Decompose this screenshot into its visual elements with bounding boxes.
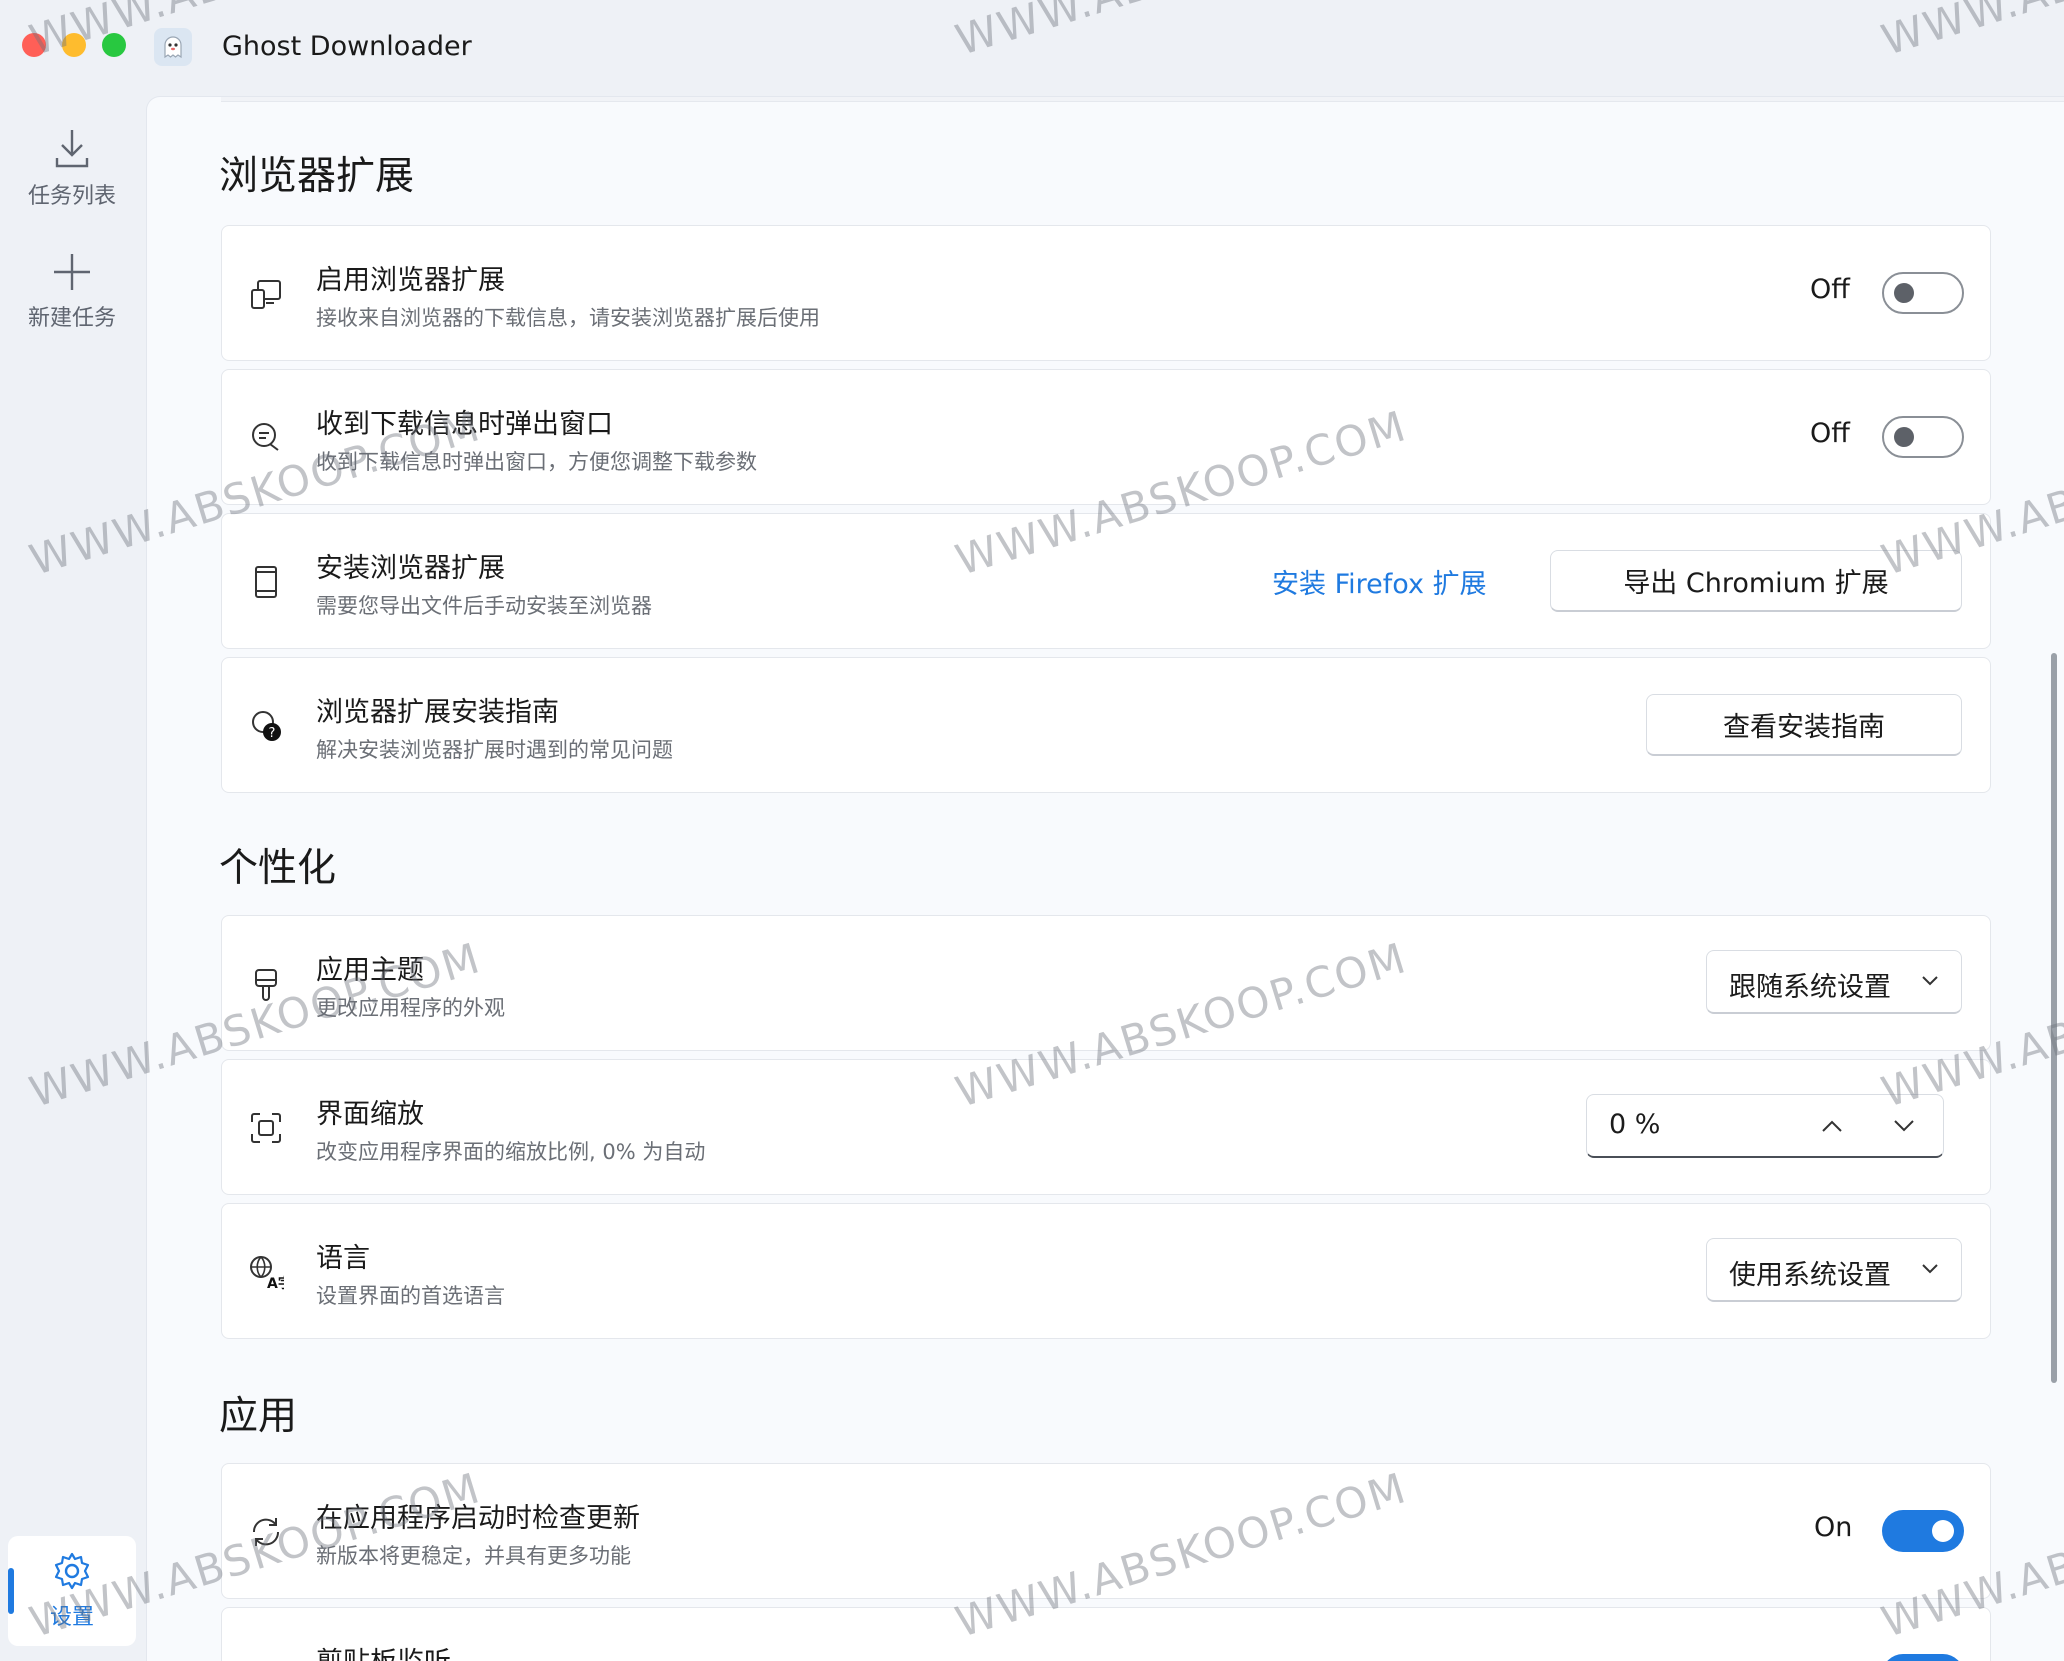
theme-select[interactable]: 跟随系统设置 xyxy=(1706,950,1962,1014)
card-enable-browser-extension: 启用浏览器扩展 接收来自浏览器的下载信息，请安装浏览器扩展后使用 Off xyxy=(221,225,1991,361)
card-description: 改变应用程序界面的缩放比例, 0% 为自动 xyxy=(316,1140,706,1164)
select-value: 跟随系统设置 xyxy=(1729,972,1891,1003)
download-icon xyxy=(55,130,89,168)
svg-text:A字: A字 xyxy=(267,1275,284,1290)
nav-active-indicator xyxy=(8,1568,14,1614)
card-clipboard-listen: 剪贴板监听 xyxy=(221,1607,1991,1661)
svg-text:?: ? xyxy=(269,726,276,741)
tablet-icon xyxy=(255,566,277,598)
popup-window-toggle[interactable] xyxy=(1882,416,1964,458)
card-title: 浏览器扩展安装指南 xyxy=(316,697,559,728)
section-title-personalization: 个性化 xyxy=(219,846,337,891)
nav-new-task[interactable]: 新建任务 xyxy=(10,252,134,332)
help-chat-icon: ? xyxy=(252,711,281,741)
section-title-app: 应用 xyxy=(219,1394,298,1439)
card-popup-on-download: 收到下载信息时弹出窗口 收到下载信息时弹出窗口，方便您调整下载参数 Off xyxy=(221,369,1991,505)
nav-task-list-label: 任务列表 xyxy=(27,184,116,209)
install-firefox-link[interactable]: 安装 Firefox 扩展 xyxy=(1272,562,1487,601)
select-value: 使用系统设置 xyxy=(1729,1260,1891,1291)
toggle-knob xyxy=(1894,283,1914,303)
toggle-knob xyxy=(1932,1520,1954,1542)
section-title-browser: 浏览器扩展 xyxy=(219,154,415,199)
card-description: 解决安装浏览器扩展时遇到的常见问题 xyxy=(316,738,673,762)
nav-task-list[interactable]: 任务列表 xyxy=(10,126,134,210)
previous-card-edge xyxy=(221,97,2064,102)
zoom-frame-icon xyxy=(251,1113,281,1143)
settings-content: 浏览器扩展 启用浏览器扩展 接收来自浏览器的下载信息，请安装浏览器扩展后使用 O… xyxy=(146,96,2064,1661)
card-title: 剪贴板监听 xyxy=(316,1640,451,1661)
enable-extension-toggle[interactable] xyxy=(1882,272,1964,314)
card-description: 需要您导出文件后手动安装至浏览器 xyxy=(316,594,652,618)
chevron-down-icon xyxy=(1922,1264,1938,1274)
app-title: Ghost Downloader xyxy=(222,31,472,62)
chat-bubble-icon xyxy=(252,423,279,451)
toggle-knob xyxy=(1894,427,1914,447)
card-title: 语言 xyxy=(316,1243,370,1274)
nav-new-task-label: 新建任务 xyxy=(27,306,116,331)
toggle-state-label: Off xyxy=(1810,418,1850,449)
card-install-guide: ? 浏览器扩展安装指南 解决安装浏览器扩展时遇到的常见问题 查看安装指南 xyxy=(221,657,1991,793)
chevron-down-icon xyxy=(1922,976,1938,986)
spinbox-value: 0 % xyxy=(1609,1109,1661,1140)
card-description: 接收来自浏览器的下载信息，请安装浏览器扩展后使用 xyxy=(316,306,820,330)
check-update-toggle[interactable] xyxy=(1882,1510,1964,1552)
plus-icon xyxy=(54,254,90,290)
toggle-state-label: Off xyxy=(1810,274,1850,305)
chevron-up-icon[interactable] xyxy=(1821,1119,1843,1133)
toggle-state-label: On xyxy=(1814,1512,1853,1543)
view-guide-button[interactable]: 查看安装指南 xyxy=(1646,694,1962,756)
translate-icon: A字 xyxy=(250,1256,284,1290)
card-title: 启用浏览器扩展 xyxy=(316,265,505,296)
chevron-down-icon[interactable] xyxy=(1893,1119,1915,1133)
card-title: 界面缩放 xyxy=(316,1099,424,1130)
card-description: 设置界面的首选语言 xyxy=(316,1284,505,1308)
language-select[interactable]: 使用系统设置 xyxy=(1706,1238,1962,1302)
ghost-app-icon xyxy=(154,28,192,66)
card-ui-zoom: 界面缩放 改变应用程序界面的缩放比例, 0% 为自动 0 % xyxy=(221,1059,1991,1195)
card-title: 安装浏览器扩展 xyxy=(316,553,505,584)
devices-icon xyxy=(251,280,281,309)
card-language: A字 语言 设置界面的首选语言 使用系统设置 xyxy=(221,1203,1991,1339)
